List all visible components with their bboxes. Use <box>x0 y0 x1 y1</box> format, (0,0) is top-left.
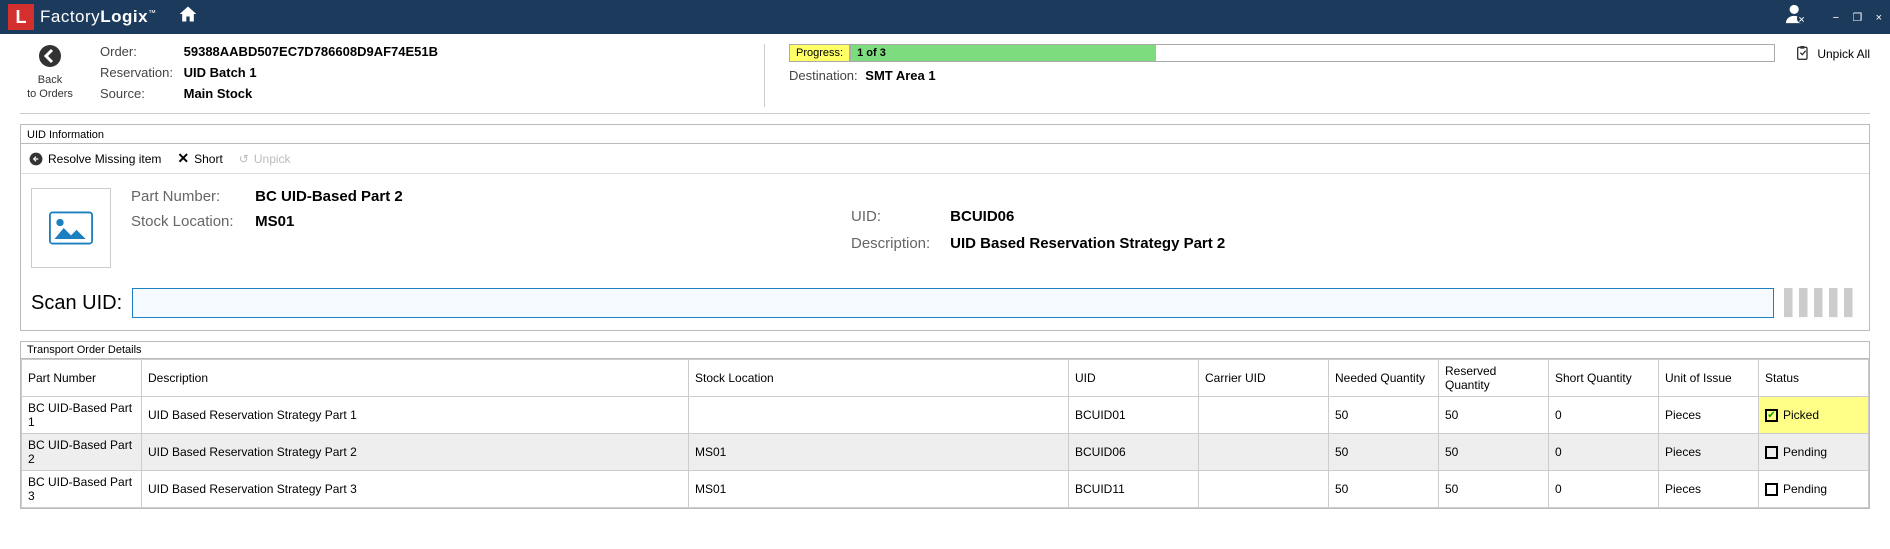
destination-label: Destination: <box>789 68 858 83</box>
part-image-placeholder <box>31 188 111 268</box>
order-header: Back to Orders Order: 59388AABD507EC7D78… <box>20 44 1870 114</box>
table-row[interactable]: BC UID-Based Part 3UID Based Reservation… <box>22 471 1869 508</box>
reservation-value: UID Batch 1 <box>184 65 257 80</box>
part-number-value: BC UID-Based Part 2 <box>255 188 403 205</box>
progress-label: Progress: <box>789 44 850 62</box>
barcode-icon: ▌▌▌▌▌ <box>1784 289 1859 317</box>
table-row[interactable]: BC UID-Based Part 2UID Based Reservation… <box>22 434 1869 471</box>
unpick-all-icon <box>1795 46 1811 62</box>
description-value: UID Based Reservation Strategy Part 2 <box>950 235 1225 252</box>
col-status[interactable]: Status <box>1759 360 1869 397</box>
undo-icon: ↺ <box>239 152 249 166</box>
order-label: Order: <box>100 44 180 59</box>
short-button[interactable]: ✕ Short <box>177 150 222 167</box>
source-value: Main Stock <box>184 86 253 101</box>
col-carrier-uid[interactable]: Carrier UID <box>1199 360 1329 397</box>
description-label: Description: <box>851 235 946 252</box>
checked-icon: ✔ <box>1765 409 1778 422</box>
titlebar: L FactoryLogix™ ✕ − ❐ × <box>0 0 1890 34</box>
scan-uid-input[interactable] <box>132 288 1774 318</box>
transport-order-details-panel: Transport Order Details Part Number Desc… <box>20 341 1870 509</box>
transport-title: Transport Order Details <box>21 342 1869 359</box>
stock-location-value: MS01 <box>255 213 294 230</box>
window-controls: − ❐ × <box>1823 10 1882 24</box>
x-icon: ✕ <box>177 150 189 167</box>
back-label-1: Back <box>20 74 80 86</box>
uid-information-panel: UID Information Resolve Missing item ✕ S… <box>20 124 1870 331</box>
uid-info-title: UID Information <box>21 127 1869 144</box>
uid-label: UID: <box>851 208 946 225</box>
transport-table: Part Number Description Stock Location U… <box>21 359 1869 508</box>
part-number-label: Part Number: <box>131 188 251 205</box>
unchecked-icon <box>1765 483 1778 496</box>
col-needed-qty[interactable]: Needed Quantity <box>1329 360 1439 397</box>
maximize-button[interactable]: ❐ <box>1852 12 1862 24</box>
scan-uid-label: Scan UID: <box>31 292 122 315</box>
table-row[interactable]: BC UID-Based Part 1UID Based Reservation… <box>22 397 1869 434</box>
destination-value: SMT Area 1 <box>865 68 935 83</box>
order-value: 59388AABD507EC7D786608D9AF74E51B <box>184 44 438 59</box>
brand-name: FactoryLogix™ <box>40 7 157 27</box>
resolve-icon <box>29 152 43 166</box>
col-reserved-qty[interactable]: Reserved Quantity <box>1439 360 1549 397</box>
minimize-button[interactable]: − <box>1833 12 1839 24</box>
user-icon[interactable]: ✕ <box>1785 3 1807 31</box>
col-uid[interactable]: UID <box>1069 360 1199 397</box>
back-arrow-icon <box>20 44 80 72</box>
reservation-label: Reservation: <box>100 65 180 80</box>
col-description[interactable]: Description <box>142 360 689 397</box>
stock-location-label: Stock Location: <box>131 213 251 230</box>
col-part-number[interactable]: Part Number <box>22 360 142 397</box>
home-icon[interactable] <box>177 4 199 30</box>
back-to-orders-button[interactable]: Back to Orders <box>20 44 80 100</box>
unchecked-icon <box>1765 446 1778 459</box>
source-label: Source: <box>100 86 180 101</box>
col-short-qty[interactable]: Short Quantity <box>1549 360 1659 397</box>
unpick-button: ↺ Unpick <box>239 152 291 166</box>
uid-value: BCUID06 <box>950 208 1014 225</box>
unpick-all-button[interactable]: Unpick All <box>1795 44 1870 62</box>
svg-text:✕: ✕ <box>1798 15 1805 24</box>
col-stock-location[interactable]: Stock Location <box>689 360 1069 397</box>
app-logo: L <box>8 4 34 30</box>
progress-bar: 1 of 3 <box>850 44 1775 62</box>
close-button[interactable]: × <box>1876 12 1882 24</box>
progress-fill: 1 of 3 <box>851 45 1156 61</box>
resolve-missing-button[interactable]: Resolve Missing item <box>29 152 161 166</box>
col-unit[interactable]: Unit of Issue <box>1659 360 1759 397</box>
back-label-2: to Orders <box>20 88 80 100</box>
